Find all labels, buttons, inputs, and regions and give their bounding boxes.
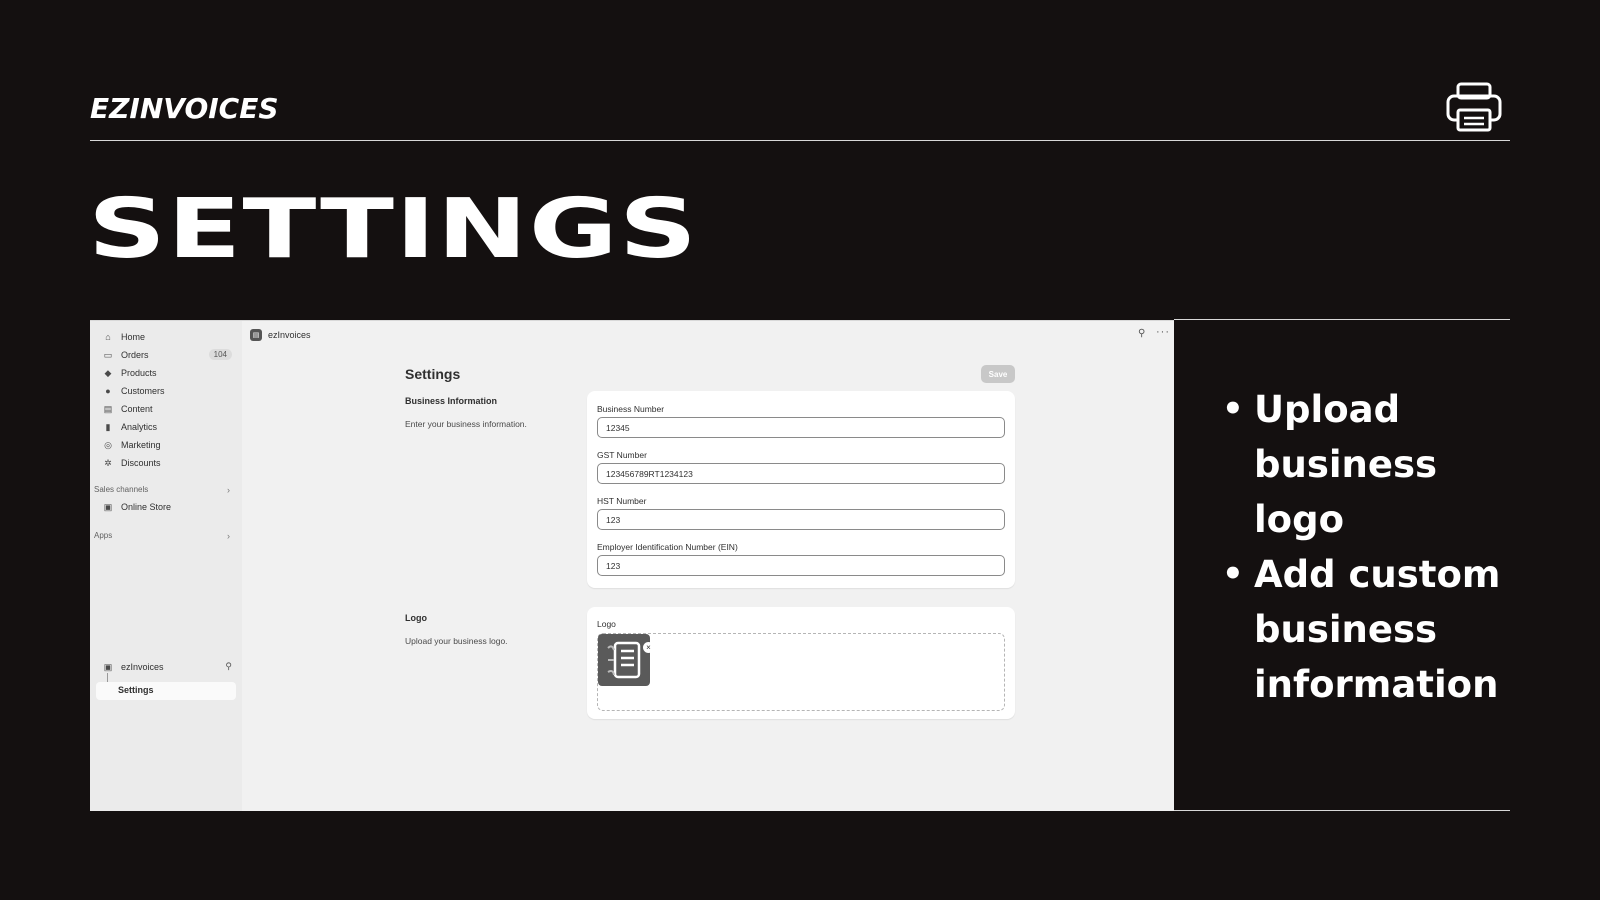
logo-section-title: Logo [405, 613, 427, 623]
tag-icon: ◆ [104, 367, 112, 378]
pin-icon[interactable]: ⚲ [1138, 328, 1145, 339]
pin-icon[interactable]: ⚲ [225, 661, 232, 672]
panel-divider-top [1174, 319, 1510, 320]
home-icon: ⌂ [105, 332, 111, 342]
discount-icon: ✲ [104, 457, 112, 468]
sidebar-item-customers[interactable]: ● Customers [98, 382, 238, 400]
sidebar-item-home[interactable]: ⌂ Home [98, 328, 238, 346]
business-number-label: Business Number [597, 404, 665, 414]
sidebar-item-analytics[interactable]: ▮ Analytics [98, 418, 238, 436]
app-name: ezInvoices [268, 330, 311, 340]
remove-logo-icon[interactable]: × [643, 642, 654, 653]
more-actions-icon[interactable]: ··· [1156, 326, 1170, 338]
apps-label: Apps [94, 531, 113, 540]
sidebar-item-label: Marketing [121, 440, 161, 450]
sidebar-item-label: ezInvoices [121, 662, 164, 672]
logo-card: Logo × [587, 607, 1015, 719]
sidebar-item-products[interactable]: ◆ Products [98, 364, 238, 382]
sidebar-item-label: Analytics [121, 422, 158, 432]
orders-count-badge: 104 [208, 349, 232, 360]
inbox-icon: ▭ [103, 349, 113, 360]
sidebar-item-orders[interactable]: ▭ Orders 104 [98, 346, 238, 364]
invoice-logo-icon [607, 641, 641, 679]
app-screenshot: ⌂ Home ▭ Orders 104 ◆ Products ● Custome… [90, 320, 1174, 811]
hst-number-field[interactable] [597, 509, 1005, 530]
store-icon: ▣ [103, 501, 113, 512]
sidebar-item-discounts[interactable]: ✲ Discounts [98, 454, 238, 472]
business-info-title: Business Information [405, 396, 498, 406]
sidebar-item-label: Orders [121, 350, 149, 360]
header-divider [90, 140, 1510, 141]
business-info-card: Business Number GST Number HST Number Em… [587, 391, 1015, 588]
sidebar-item-label: Online Store [121, 502, 172, 512]
uploaded-logo [598, 634, 650, 686]
app-icon: ▤ [250, 329, 262, 341]
sidebar-item-label: Customers [121, 386, 165, 396]
sidebar-item-marketing[interactable]: ◎ Marketing [98, 436, 238, 454]
chevron-right-icon: › [227, 531, 230, 541]
business-number-field[interactable] [597, 417, 1005, 438]
gst-number-label: GST Number [597, 450, 647, 460]
gst-number-field[interactable] [597, 463, 1005, 484]
feature-item: Add custom business information [1222, 547, 1522, 712]
logo-section-description: Upload your business logo. [405, 636, 508, 646]
sidebar-item-label: Content [121, 404, 153, 414]
save-button[interactable]: Save [981, 365, 1015, 383]
app-icon: ▣ [103, 661, 113, 672]
sidebar-item-label: Home [121, 332, 146, 342]
sidebar-subitem-label: Settings [118, 685, 154, 695]
logo-dropzone[interactable]: × [597, 633, 1005, 711]
brand-logo-text: EZINVOICES [90, 92, 279, 125]
ein-label: Employer Identification Number (EIN) [597, 542, 738, 552]
content-icon: ▤ [103, 403, 113, 414]
chevron-right-icon: › [227, 485, 230, 495]
sidebar-item-label: Discounts [121, 458, 161, 468]
app-title-bar: ▤ ezInvoices [250, 329, 311, 341]
business-info-description: Enter your business information. [405, 419, 527, 429]
panel-divider-bottom [1174, 810, 1510, 811]
logo-field-label: Logo [597, 619, 616, 629]
ein-field[interactable] [597, 555, 1005, 576]
sidebar-item-content[interactable]: ▤ Content [98, 400, 238, 418]
page-title: SETTINGS [88, 182, 699, 277]
printer-icon [1446, 82, 1502, 132]
bar-chart-icon: ▮ [105, 421, 111, 432]
sales-channels-label: Sales channels [94, 485, 149, 494]
sidebar-item-ezinvoices[interactable]: ▣ ezInvoices ⚲ [98, 658, 238, 676]
apps-header[interactable]: Apps › [94, 531, 234, 541]
person-icon: ● [105, 386, 111, 396]
sales-channels-header[interactable]: Sales channels › [94, 485, 234, 495]
sidebar-item-online-store[interactable]: ▣ Online Store [98, 498, 238, 516]
feature-item: Upload business logo [1222, 382, 1522, 547]
admin-sidebar: ⌂ Home ▭ Orders 104 ◆ Products ● Custome… [90, 321, 242, 811]
sidebar-subitem-settings[interactable] [96, 682, 236, 700]
target-icon: ◎ [104, 439, 112, 450]
sidebar-item-label: Products [121, 368, 157, 378]
settings-heading: Settings [405, 366, 461, 382]
feature-list: Upload business logo Add custom business… [1222, 382, 1522, 712]
hst-number-label: HST Number [597, 496, 647, 506]
